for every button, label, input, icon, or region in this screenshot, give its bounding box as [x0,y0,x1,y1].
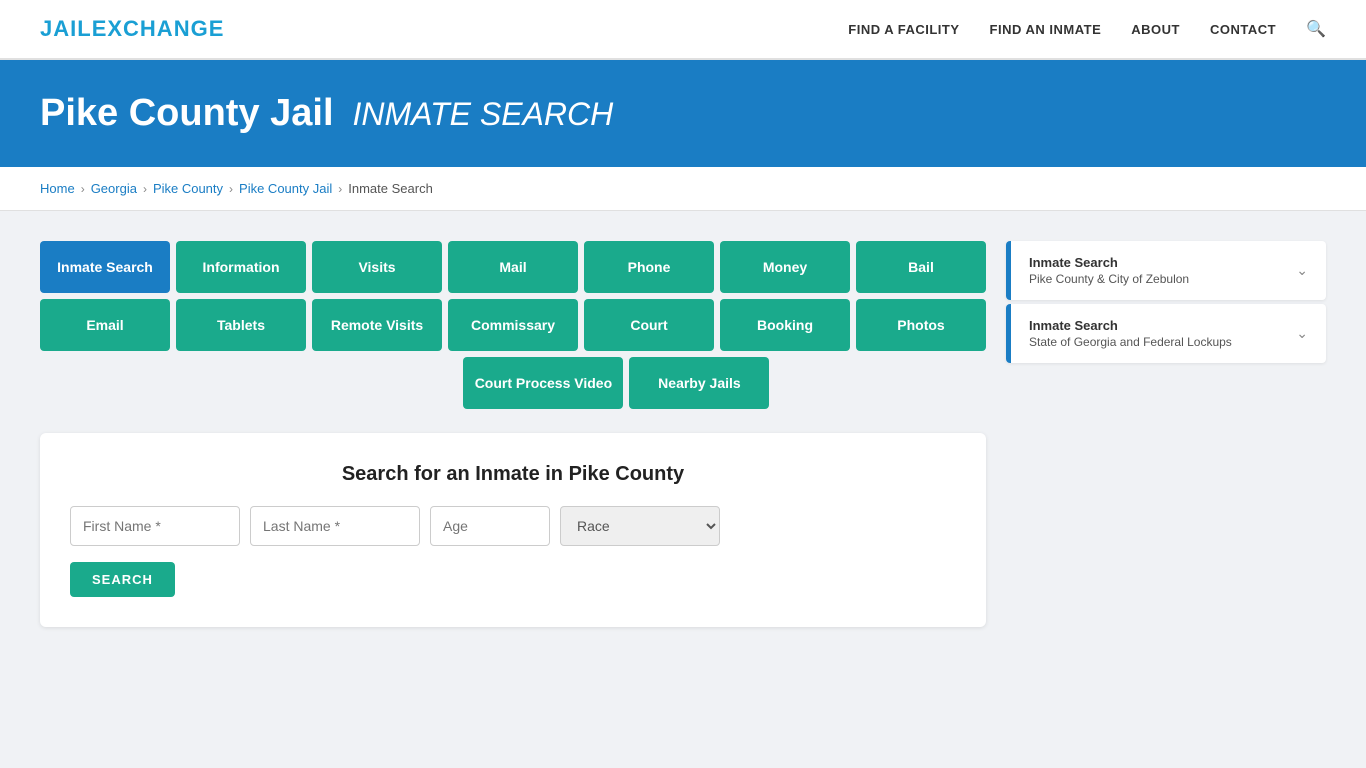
main-nav: FIND A FACILITY FIND AN INMATE ABOUT CON… [848,19,1326,39]
nav-find-inmate[interactable]: FIND AN INMATE [990,22,1102,37]
nav-contact[interactable]: CONTACT [1210,22,1276,37]
btn-photos[interactable]: Photos [856,299,986,351]
btn-visits[interactable]: Visits [312,241,442,293]
btn-money[interactable]: Money [720,241,850,293]
breadcrumb-sep-4: › [338,182,342,196]
btn-tablets[interactable]: Tablets [176,299,306,351]
last-name-input[interactable] [250,506,420,546]
search-button[interactable]: SEARCH [70,562,175,597]
logo-exchange: EXCHANGE [92,16,225,41]
nav-find-facility[interactable]: FIND A FACILITY [848,22,959,37]
breadcrumb-home[interactable]: Home [40,181,75,196]
nav-buttons-row3: Court Process Video Nearby Jails [40,357,986,409]
hero-banner: Pike County Jail INMATE SEARCH [0,60,1366,167]
nav-buttons-row1: Inmate Search Information Visits Mail Ph… [40,241,986,293]
sidebar-card-sublabel-1: Pike County & City of Zebulon [1029,272,1189,286]
sidebar-card-header-2[interactable]: Inmate Search State of Georgia and Feder… [1006,304,1326,363]
sidebar-card-label-1: Inmate Search [1029,255,1189,270]
breadcrumb-bar: Home › Georgia › Pike County › Pike Coun… [0,167,1366,211]
search-icon[interactable]: 🔍 [1306,19,1326,39]
btn-nearby-jails[interactable]: Nearby Jails [629,357,769,409]
chevron-down-icon-2: ⌄ [1296,325,1308,342]
right-sidebar: Inmate Search Pike County & City of Zebu… [1006,241,1326,367]
age-input[interactable] [430,506,550,546]
nav-about[interactable]: ABOUT [1131,22,1180,37]
main-content: Inmate Search Information Visits Mail Ph… [0,211,1366,657]
btn-bail[interactable]: Bail [856,241,986,293]
hero-subtitle: INMATE SEARCH [352,96,613,132]
search-form-title: Search for an Inmate in Pike County [70,463,956,486]
btn-court[interactable]: Court [584,299,714,351]
chevron-down-icon-1: ⌄ [1296,262,1308,279]
breadcrumb-sep-3: › [229,182,233,196]
btn-information[interactable]: Information [176,241,306,293]
btn-phone[interactable]: Phone [584,241,714,293]
btn-court-process-video[interactable]: Court Process Video [463,357,623,409]
first-name-input[interactable] [70,506,240,546]
btn-remote-visits[interactable]: Remote Visits [312,299,442,351]
breadcrumb-current: Inmate Search [348,181,433,196]
header: JAILEXCHANGE FIND A FACILITY FIND AN INM… [0,0,1366,60]
hero-title: Pike County Jail [40,92,334,134]
left-section: Inmate Search Information Visits Mail Ph… [40,241,986,627]
breadcrumb-georgia[interactable]: Georgia [91,181,137,196]
sidebar-card-header-1[interactable]: Inmate Search Pike County & City of Zebu… [1006,241,1326,300]
logo-jail: JAIL [40,16,92,41]
btn-commissary[interactable]: Commissary [448,299,578,351]
sidebar-card-label-2: Inmate Search [1029,318,1232,333]
breadcrumb-pike-county-jail[interactable]: Pike County Jail [239,181,332,196]
btn-booking[interactable]: Booking [720,299,850,351]
sidebar-card-sublabel-2: State of Georgia and Federal Lockups [1029,335,1232,349]
logo[interactable]: JAILEXCHANGE [40,16,224,42]
breadcrumb-sep-1: › [81,182,85,196]
race-select[interactable]: Race White Black Hispanic Asian Other [560,506,720,546]
search-form-container: Search for an Inmate in Pike County Race… [40,433,986,627]
breadcrumb-sep-2: › [143,182,147,196]
breadcrumb-pike-county[interactable]: Pike County [153,181,223,196]
sidebar-card-2: Inmate Search State of Georgia and Feder… [1006,304,1326,363]
btn-inmate-search[interactable]: Inmate Search [40,241,170,293]
search-fields: Race White Black Hispanic Asian Other [70,506,956,546]
breadcrumb: Home › Georgia › Pike County › Pike Coun… [40,181,1326,196]
btn-email[interactable]: Email [40,299,170,351]
sidebar-card-1: Inmate Search Pike County & City of Zebu… [1006,241,1326,300]
btn-mail[interactable]: Mail [448,241,578,293]
nav-buttons-row2: Email Tablets Remote Visits Commissary C… [40,299,986,351]
